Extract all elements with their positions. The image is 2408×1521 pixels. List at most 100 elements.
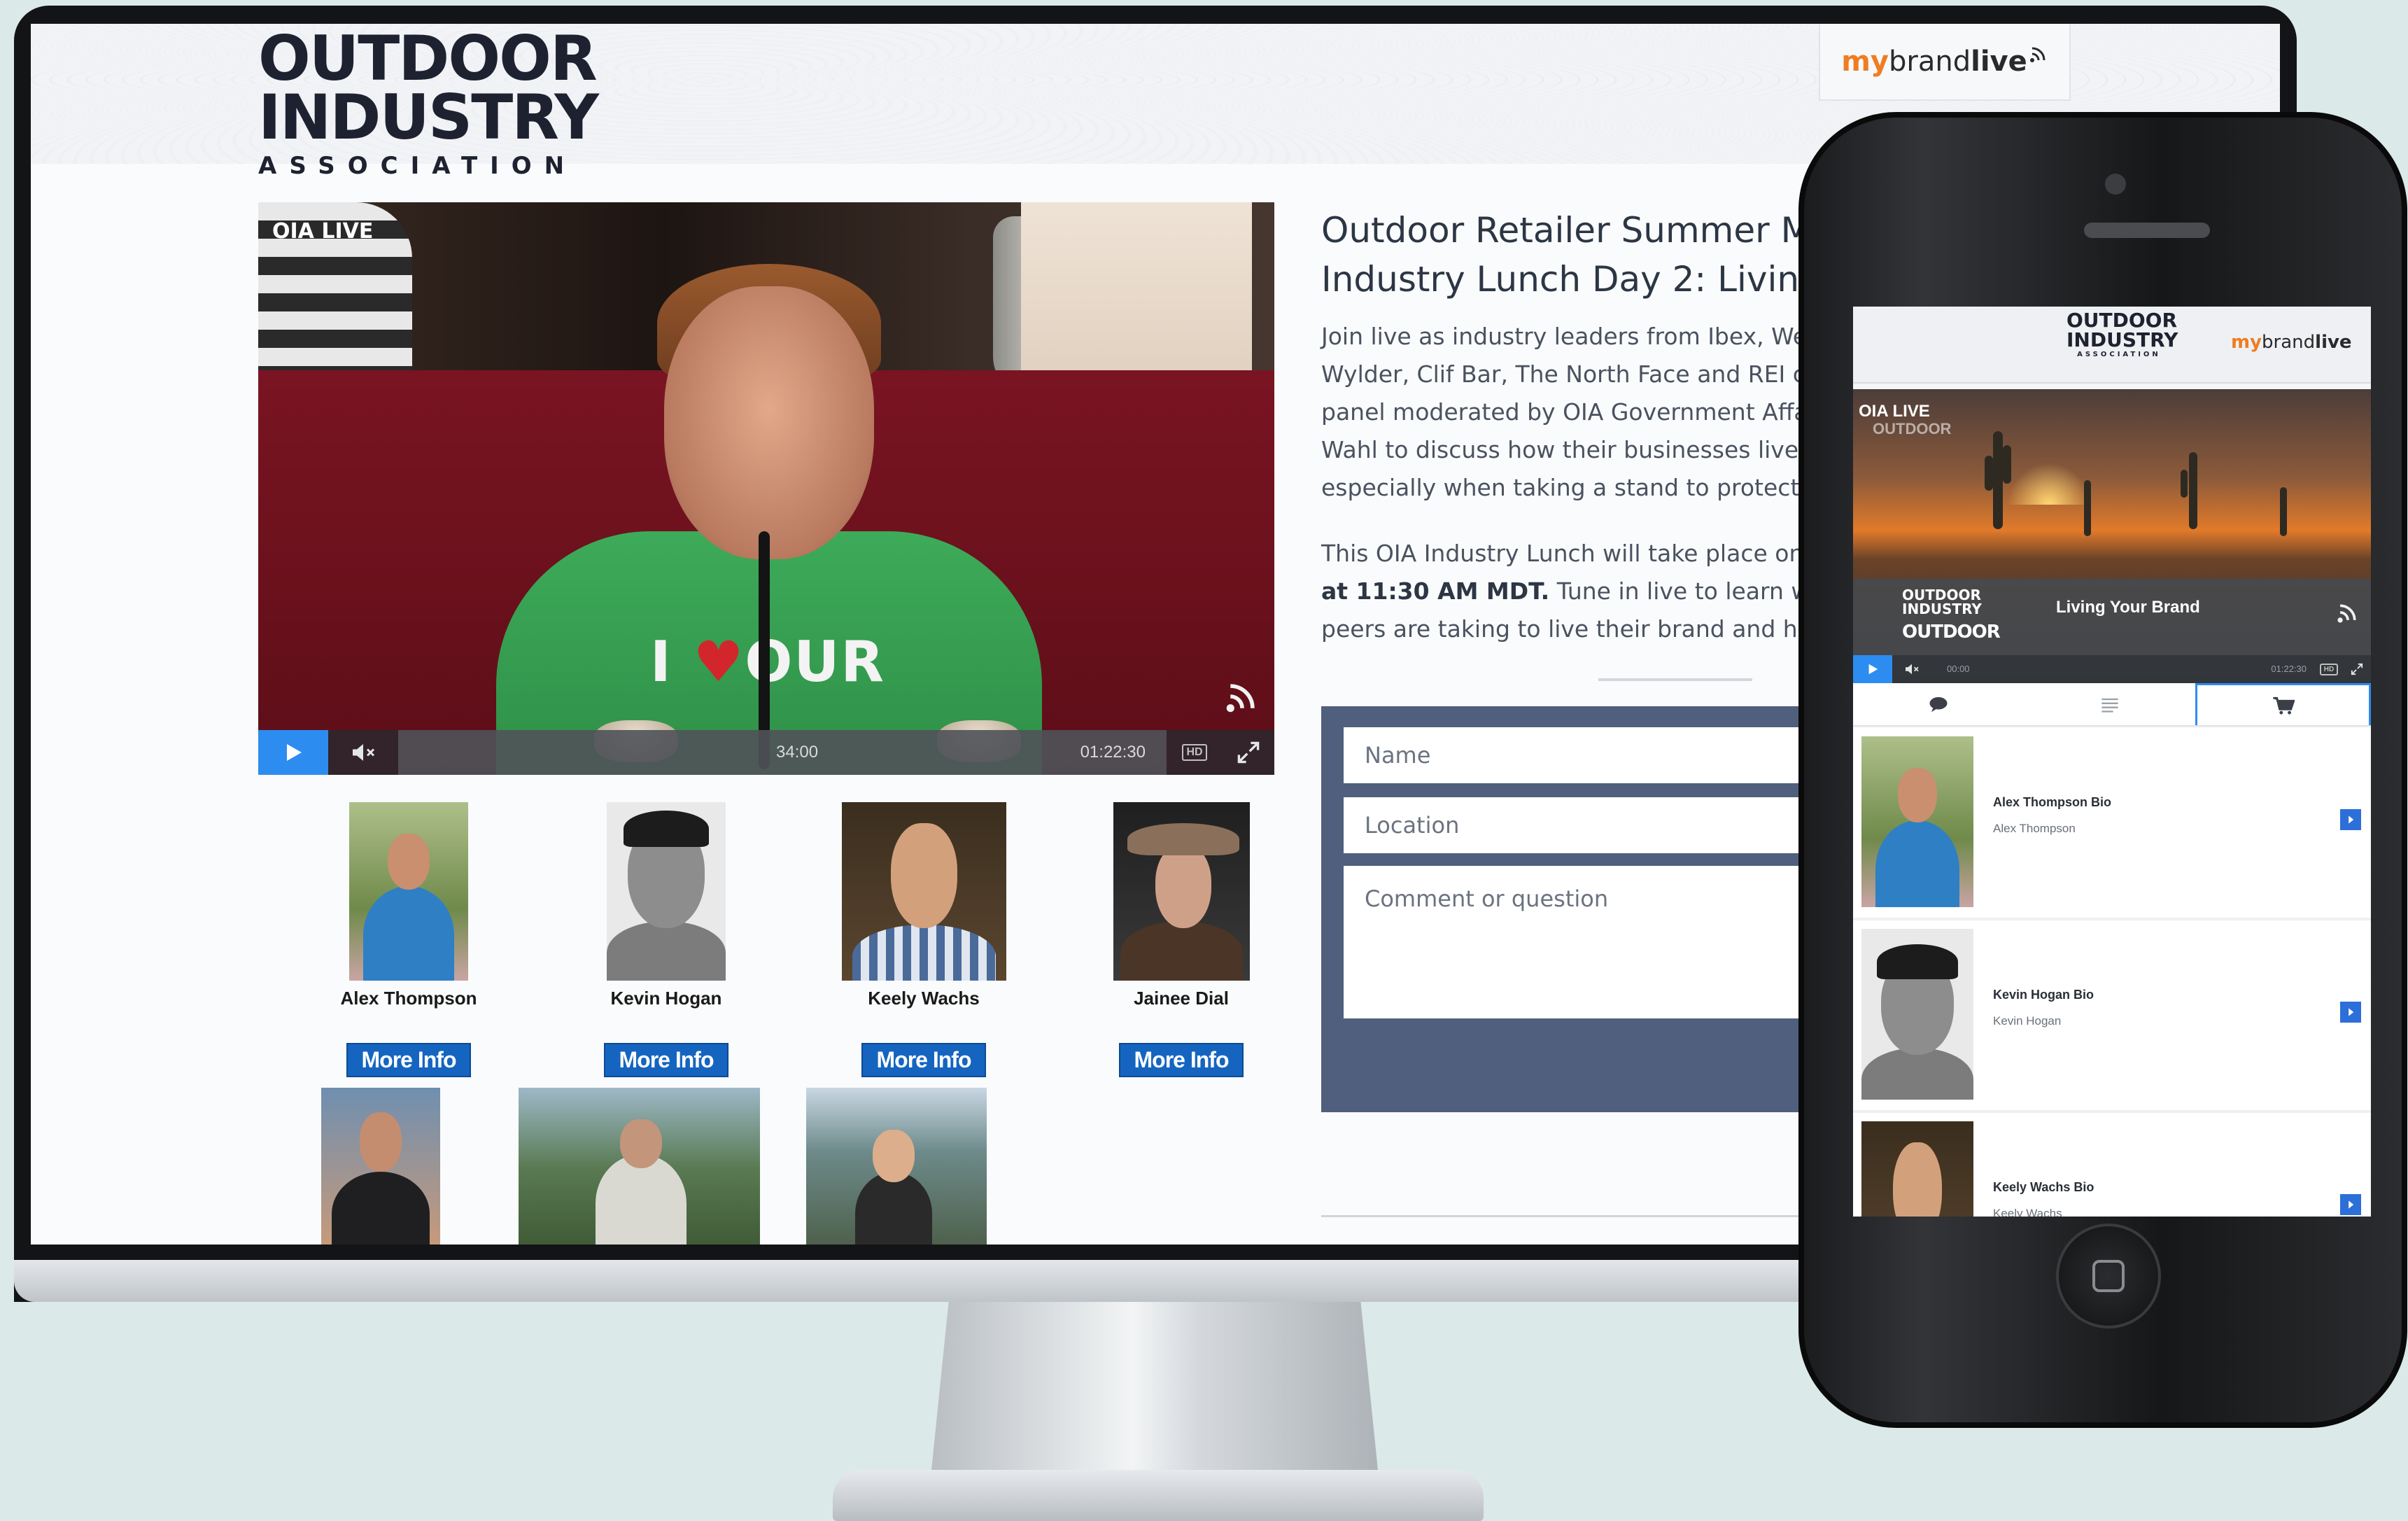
mute-button[interactable] xyxy=(328,730,398,775)
mybrandlive-wordmark: mybrandlive xyxy=(1841,45,2027,78)
tab-list[interactable] xyxy=(2025,683,2196,725)
hd-button[interactable]: HD xyxy=(1167,730,1223,775)
photo-head xyxy=(890,823,957,928)
person-photo xyxy=(321,1088,440,1245)
photo-body xyxy=(363,886,454,981)
more-info-button[interactable]: More Info xyxy=(603,1043,729,1077)
logo-line-3: OUTDOOR xyxy=(1902,622,2001,643)
list-item[interactable]: Keely Wachs Bio Keely Wachs xyxy=(1853,1113,2371,1217)
fullscreen-icon xyxy=(1237,741,1260,764)
fullscreen-button[interactable] xyxy=(1223,730,1274,775)
mybrandlive-logo[interactable]: mybrandlive xyxy=(1819,24,2071,101)
video-frame-cactus xyxy=(1985,456,1993,491)
chevron-right-icon xyxy=(2349,815,2354,824)
tab-chat[interactable] xyxy=(1853,683,2025,725)
logo-brand: brand xyxy=(1889,45,1971,78)
video-live-badge: OIA LIVE xyxy=(272,219,374,244)
name-field[interactable]: Name xyxy=(1344,727,1819,783)
bio-title: Kevin Hogan Bio xyxy=(1993,988,2094,1002)
comment-form: Name Location Comment or question xyxy=(1321,706,1819,1112)
oia-logo[interactable]: OUTDOOR INDUSTRY ASSOCIATION xyxy=(258,28,622,178)
play-button[interactable] xyxy=(1853,655,1892,683)
logo-line-2: INDUSTRY xyxy=(1902,601,1982,617)
lower-third-logo: OUTDOOR INDUSTRY OUTDOOR xyxy=(1902,588,2001,643)
description-line: peers are taking to live their brand and… xyxy=(1321,615,1831,643)
event-title: Outdoor Retailer Summer Ma Industry Lunc… xyxy=(1321,206,1854,304)
chat-icon xyxy=(1929,697,1948,713)
location-field[interactable]: Location xyxy=(1344,797,1819,853)
person-photo-keely-wachs xyxy=(841,802,1006,981)
description-line: Tune in live to learn wha xyxy=(1549,577,1839,605)
bio-open-button[interactable] xyxy=(2340,809,2361,830)
hd-icon: HD xyxy=(1182,744,1207,761)
logo-line-2: INDUSTRY xyxy=(258,81,599,153)
video-control-bar: 00:00 01:22:30 HD xyxy=(1853,655,2371,683)
video-live-badge: OIA LIVE xyxy=(1859,402,1930,421)
photo-body xyxy=(852,925,996,981)
fullscreen-button[interactable] xyxy=(2343,663,2371,675)
bio-subtitle: Alex Thompson xyxy=(1993,822,2076,835)
photo-head xyxy=(388,834,430,890)
divider xyxy=(1598,678,1752,681)
mybrandlive-logo[interactable]: mybrandlive xyxy=(2231,332,2352,353)
more-info-button[interactable]: More Info xyxy=(1118,1043,1244,1077)
fullscreen-icon xyxy=(2351,663,2363,675)
person-photo xyxy=(806,1088,987,1245)
photo-head xyxy=(360,1112,402,1172)
logo-live: live xyxy=(1971,45,2027,78)
photo-body xyxy=(1861,1048,1973,1100)
hd-button[interactable]: HD xyxy=(2315,663,2343,675)
person-card: Jainee Dial More Info xyxy=(1066,802,1297,1077)
tab-shop[interactable] xyxy=(2195,683,2371,725)
play-icon xyxy=(287,744,302,761)
chevron-right-icon xyxy=(2349,1200,2354,1209)
cast-icon[interactable] xyxy=(1224,678,1260,715)
event-title-line: Outdoor Retailer Summer Ma xyxy=(1321,210,1833,251)
list-item[interactable]: Kevin Hogan Bio Kevin Hogan xyxy=(1853,920,2371,1113)
current-time: 00:00 xyxy=(1947,664,1970,674)
mute-button[interactable] xyxy=(1892,655,1931,683)
video-frame-cactus xyxy=(2189,452,2197,529)
description-line: Join live as industry leaders from Ibex,… xyxy=(1321,323,1808,350)
photo-body xyxy=(332,1172,430,1245)
broadcast-icon xyxy=(2029,47,2046,62)
photo-body xyxy=(855,1172,932,1245)
phone-device: OUTDOOR INDUSTRY ASSOCIATION mybrandlive… xyxy=(1798,112,2407,1428)
video-progress-bar[interactable]: 00:00 01:22:30 xyxy=(1931,655,2315,683)
bio-open-button[interactable] xyxy=(2340,1194,2361,1215)
phone-home-button[interactable] xyxy=(2056,1224,2161,1329)
photo-head xyxy=(1893,1142,1942,1217)
video-lower-third: OUTDOOR INDUSTRY OUTDOOR Living Your Bra… xyxy=(1853,578,2371,655)
phone-video-player[interactable]: OIA LIVE OUTDOOR OUTDOOR INDUSTRY OUTDOO… xyxy=(1853,389,2371,683)
video-progress-bar[interactable]: 34:00 01:22:30 xyxy=(398,730,1167,775)
mute-icon xyxy=(1906,664,1919,675)
person-photo xyxy=(519,1088,760,1245)
list-item[interactable]: Alex Thompson Bio Alex Thompson xyxy=(1853,728,2371,920)
video-player[interactable]: I ♥OUR OIA LIVE 34:00 01:22:30 HD xyxy=(258,202,1274,775)
oia-logo[interactable]: OUTDOOR INDUSTRY ASSOCIATION xyxy=(2066,311,2178,358)
play-button[interactable] xyxy=(258,730,328,775)
more-info-button[interactable]: More Info xyxy=(346,1043,472,1077)
shirt-heart: ♥ xyxy=(693,629,745,694)
event-time: at 11:30 AM MDT. xyxy=(1321,577,1550,605)
logo-line-3: ASSOCIATION xyxy=(258,152,577,180)
logo-my: my xyxy=(1841,45,1889,78)
description-line: This OIA Industry Lunch will take place … xyxy=(1321,540,1804,567)
comment-field[interactable]: Comment or question xyxy=(1344,866,1819,1018)
logo-live: live xyxy=(2315,332,2352,353)
logo-line-3: ASSOCIATION xyxy=(2077,351,2161,358)
cast-icon[interactable] xyxy=(2336,601,2360,624)
bio-open-button[interactable] xyxy=(2340,1002,2361,1023)
photo-body xyxy=(1875,820,1959,907)
photo-cap xyxy=(624,811,709,847)
description-line: panel moderated by OIA Government Affai xyxy=(1321,398,1815,426)
video-watermark: OUTDOOR xyxy=(1873,420,1952,437)
monitor-stand-base xyxy=(833,1470,1484,1521)
mybrandlive-wordmark: mybrandlive xyxy=(2231,332,2352,353)
photo-body xyxy=(607,921,726,981)
mute-icon xyxy=(353,744,375,761)
bio-list: Alex Thompson Bio Alex Thompson Kevin Ho… xyxy=(1853,728,2371,1217)
description-paragraph: This OIA Industry Lunch will take place … xyxy=(1321,535,1839,648)
lower-third-title: Living Your Brand xyxy=(2056,598,2200,617)
more-info-button[interactable]: More Info xyxy=(861,1043,987,1077)
